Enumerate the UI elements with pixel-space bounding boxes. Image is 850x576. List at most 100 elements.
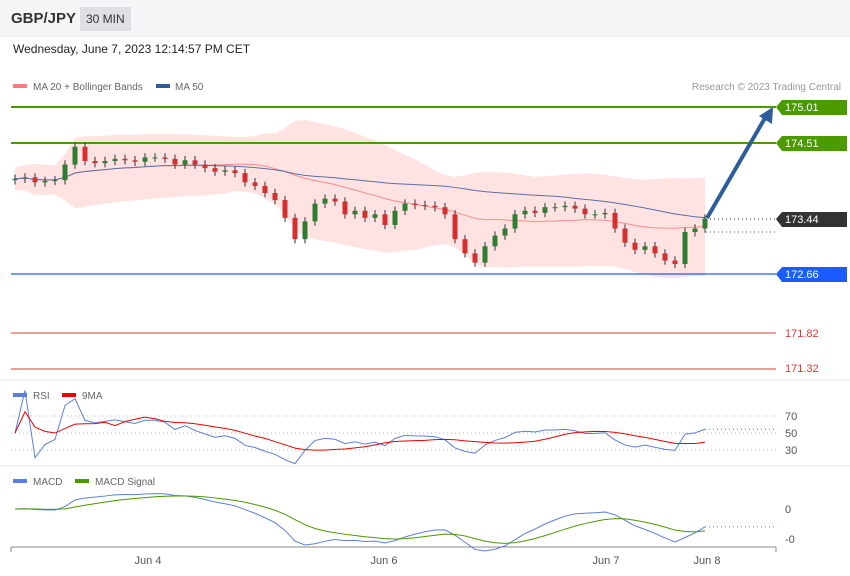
candle-body (12, 178, 18, 181)
candle-body (282, 200, 288, 218)
candle-body (332, 198, 338, 202)
candle-body (352, 210, 358, 215)
candle-body (432, 205, 438, 208)
candle-body (212, 168, 218, 172)
support-1-label: 171.82 (785, 328, 819, 340)
candle-body (392, 210, 398, 225)
candle-body (312, 203, 318, 222)
candle-body (122, 158, 128, 161)
rsi-legend-swatch (13, 393, 27, 397)
macd-tick-neg: -0 (785, 534, 795, 546)
candle-body (72, 146, 78, 165)
macd-signal-line (14, 495, 706, 544)
candle-body (602, 212, 608, 215)
last-price-label: 173.44 (785, 214, 819, 226)
rsi-line (14, 390, 706, 465)
candle-body (462, 239, 468, 254)
candle-body (472, 253, 478, 263)
rsi-ma-legend: 9MA (82, 391, 103, 402)
candle-body (532, 210, 538, 213)
rsi-ma-line (14, 410, 706, 451)
support-2-label: 171.32 (785, 363, 819, 375)
candle-body (232, 170, 238, 174)
macd-tick-0: 0 (785, 504, 791, 516)
candle-body (202, 164, 208, 169)
x-tick: Jun 6 (371, 555, 398, 567)
candle-body (442, 207, 448, 215)
candle-body (42, 180, 48, 183)
candle-body (192, 160, 198, 165)
chart: MA 20 + Bollinger Bands MA 50 Research ©… (0, 82, 850, 567)
candle-body (52, 180, 58, 182)
candle-body (562, 205, 568, 208)
rsi-legend: RSI (33, 391, 50, 402)
candle-body (152, 157, 158, 159)
candle-body (452, 214, 458, 240)
candle-body (142, 157, 148, 162)
candle-body (322, 198, 328, 204)
candle-body (552, 207, 558, 209)
candle-body (222, 170, 228, 172)
candle-body (102, 161, 108, 164)
x-tick: Jun 7 (593, 555, 620, 567)
candle-body (542, 207, 548, 213)
candle-body (362, 210, 368, 218)
macd-line (14, 493, 706, 552)
candle-body (252, 182, 258, 186)
candle-body (402, 203, 408, 211)
candle-body (62, 164, 68, 181)
candle-body (92, 161, 98, 164)
macd-legend-swatch (13, 479, 27, 483)
candle-body (412, 203, 418, 206)
macd-legend: MACD (33, 477, 62, 488)
forecast-arrow (705, 116, 767, 220)
ma50-legend: MA 50 (175, 82, 204, 93)
candle-body (172, 158, 178, 165)
candle-body (622, 228, 628, 243)
candle-body (592, 214, 598, 216)
target-2-label: 175.01 (785, 102, 819, 114)
target-1-label: 174.51 (785, 138, 819, 150)
rsi-tick-50: 50 (785, 428, 797, 440)
ma20-legend: MA 20 + Bollinger Bands (33, 82, 143, 93)
candle-body (162, 157, 168, 159)
candle-body (112, 158, 118, 162)
rsi-tick-70: 70 (785, 411, 797, 423)
candle-body (502, 228, 508, 236)
candle-body (372, 214, 378, 218)
candle-body (662, 253, 668, 261)
candle-body (632, 242, 638, 250)
macd-signal-legend-swatch (75, 479, 89, 483)
candle-body (692, 228, 698, 233)
candle-body (262, 185, 268, 193)
x-tick: Jun 8 (694, 555, 721, 567)
candle-body (382, 214, 388, 225)
candle-body (482, 246, 488, 263)
candle-body (522, 210, 528, 215)
candle-body (512, 214, 518, 229)
candle-body (182, 160, 188, 165)
candle-body (682, 232, 688, 265)
rsi-ma-legend-swatch (62, 393, 76, 397)
candle-body (652, 246, 658, 254)
candle-body (672, 260, 678, 265)
copyright: Research © 2023 Trading Central (692, 82, 841, 93)
candle-body (22, 177, 28, 179)
candle-body (82, 146, 88, 162)
ma50-legend-swatch (156, 84, 170, 88)
candle-body (302, 221, 308, 240)
candle-body (292, 217, 298, 240)
candle-body (492, 235, 498, 247)
candle-body (342, 201, 348, 215)
candle-body (272, 192, 278, 201)
rsi-tick-30: 30 (785, 445, 797, 457)
candle-body (612, 212, 618, 229)
macd-signal-legend: MACD Signal (95, 477, 155, 488)
candle-body (422, 205, 428, 207)
candle-body (132, 160, 138, 162)
candle-body (242, 173, 248, 183)
ma20-legend-swatch (13, 84, 27, 88)
candle-body (702, 218, 708, 229)
candle-body (32, 177, 38, 183)
x-tick: Jun 4 (135, 555, 162, 567)
